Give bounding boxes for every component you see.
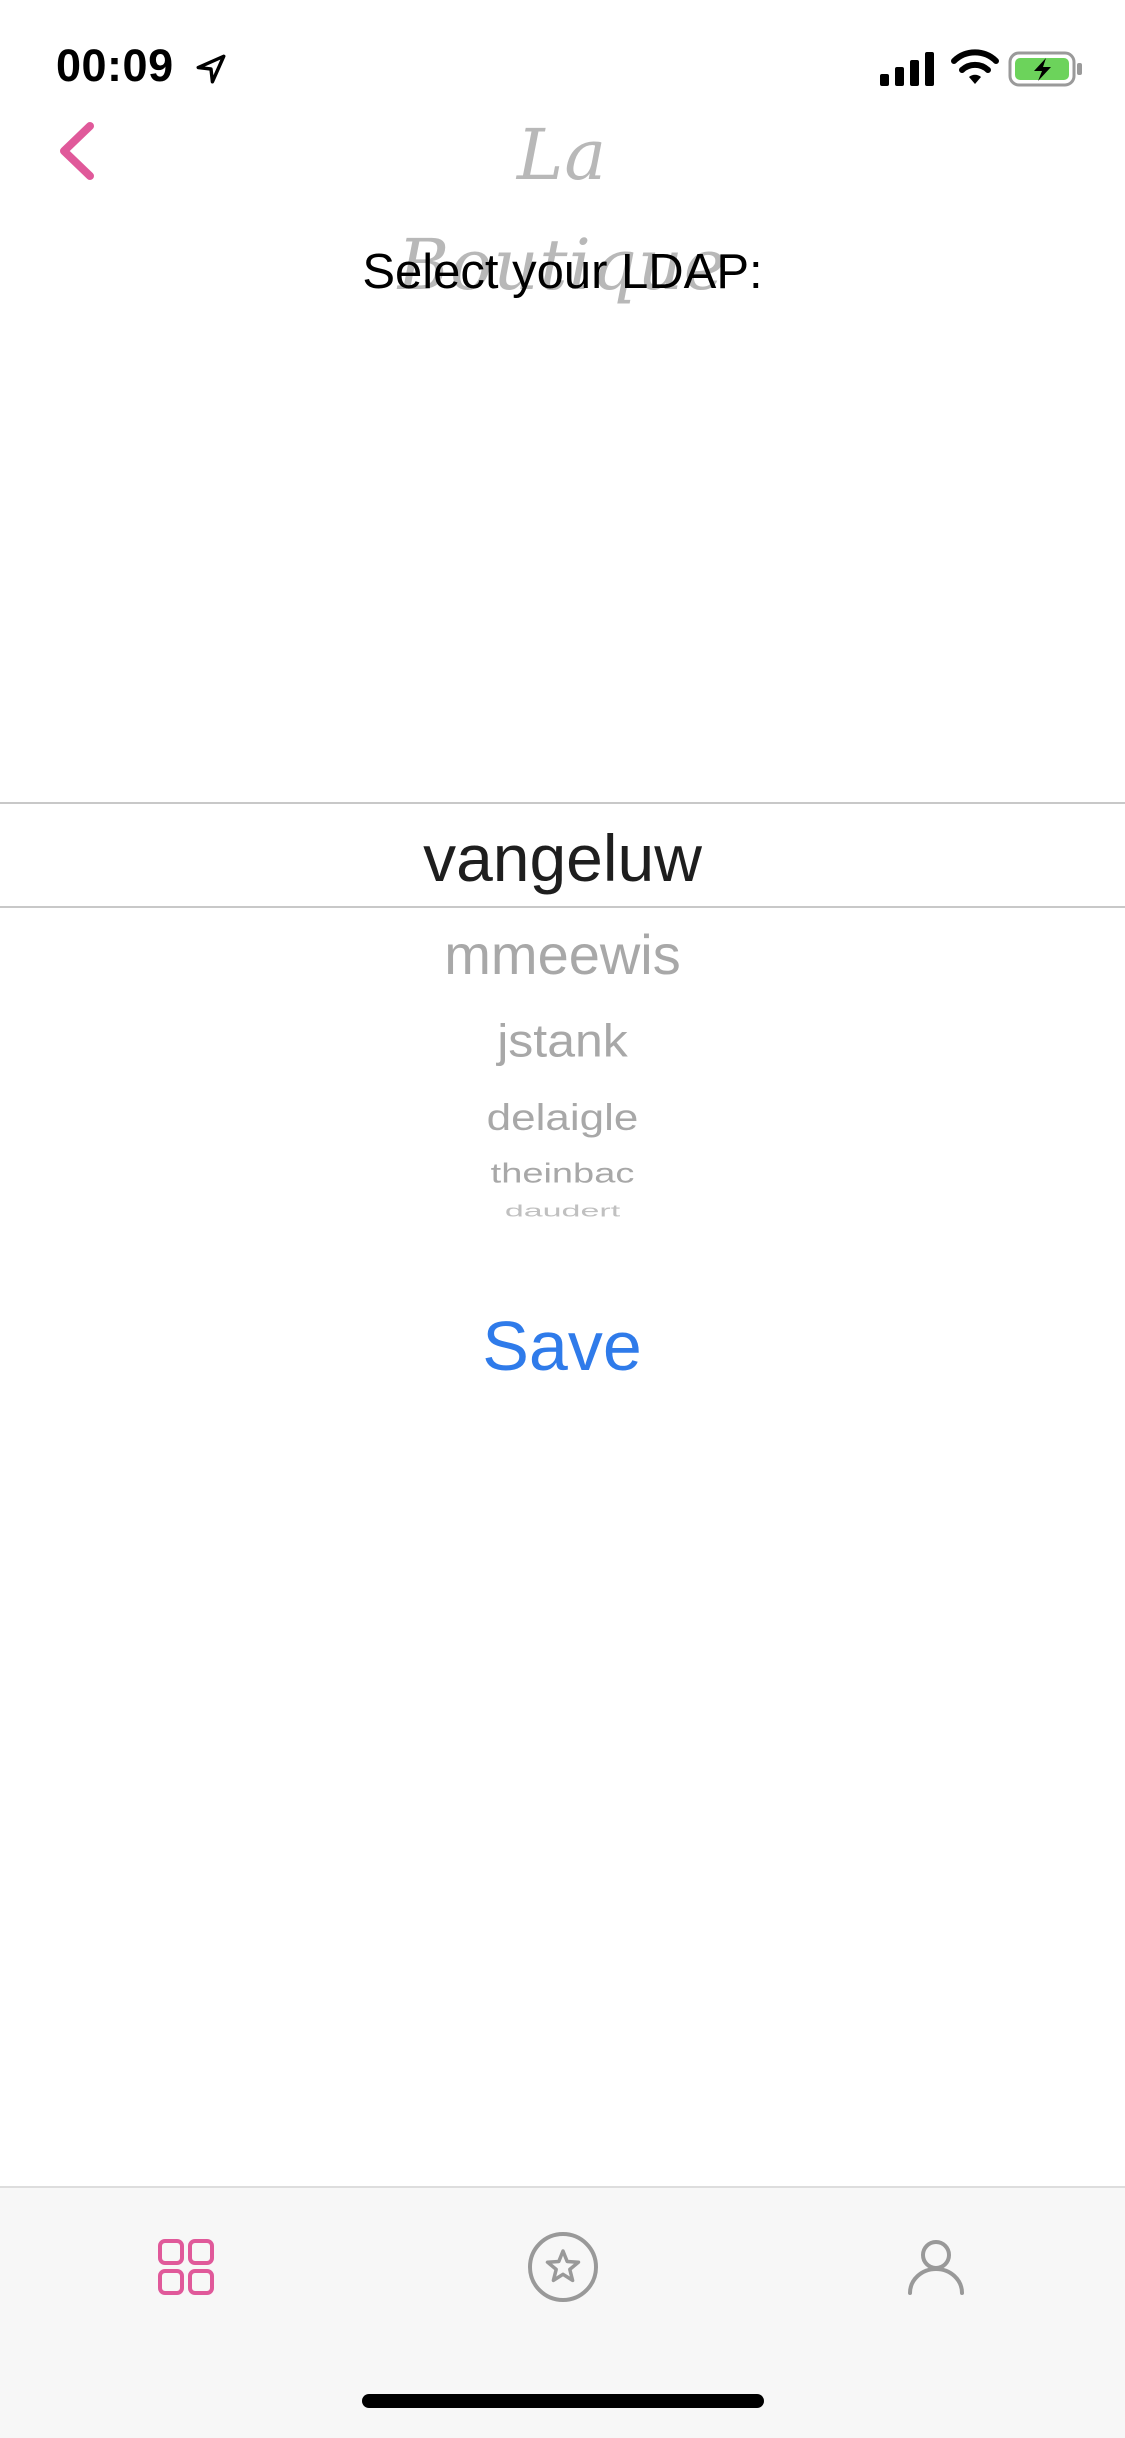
picker-option[interactable]: mmeewis — [0, 920, 1125, 990]
cellular-signal-icon — [880, 52, 934, 86]
picker-option[interactable]: delaigle — [0, 1096, 1125, 1140]
brand-logo: La Boutique — [397, 114, 727, 306]
picker-selection-top-line — [0, 802, 1125, 804]
picker-selected-option[interactable]: vangeluw — [0, 818, 1125, 898]
tab-profile[interactable] — [876, 2212, 996, 2322]
picker-option[interactable]: daudert — [0, 1203, 1125, 1220]
star-circle-icon — [528, 2232, 598, 2302]
picker-option[interactable]: theinbac — [0, 1160, 1125, 1189]
status-time: 00:09 — [56, 40, 174, 91]
ldap-picker[interactable]: vangeluw mmeewis jstank delaigle theinba… — [0, 640, 1125, 1240]
picker-option[interactable]: jstank — [0, 1012, 1125, 1069]
tab-favorites[interactable] — [503, 2212, 623, 2322]
battery-charging-icon — [1008, 51, 1082, 87]
tab-catalog[interactable] — [126, 2212, 246, 2322]
chevron-left-icon — [60, 122, 94, 180]
home-indicator — [362, 2394, 764, 2408]
location-arrow-icon — [196, 54, 226, 84]
grid-icon — [158, 2239, 214, 2295]
picker-selection-bottom-line — [0, 906, 1125, 908]
ldap-prompt-label: Select your LDAP: — [362, 245, 763, 299]
save-button[interactable]: Save — [412, 1300, 712, 1390]
back-button[interactable] — [50, 118, 110, 184]
person-icon — [908, 2240, 964, 2295]
wifi-icon — [951, 49, 999, 84]
